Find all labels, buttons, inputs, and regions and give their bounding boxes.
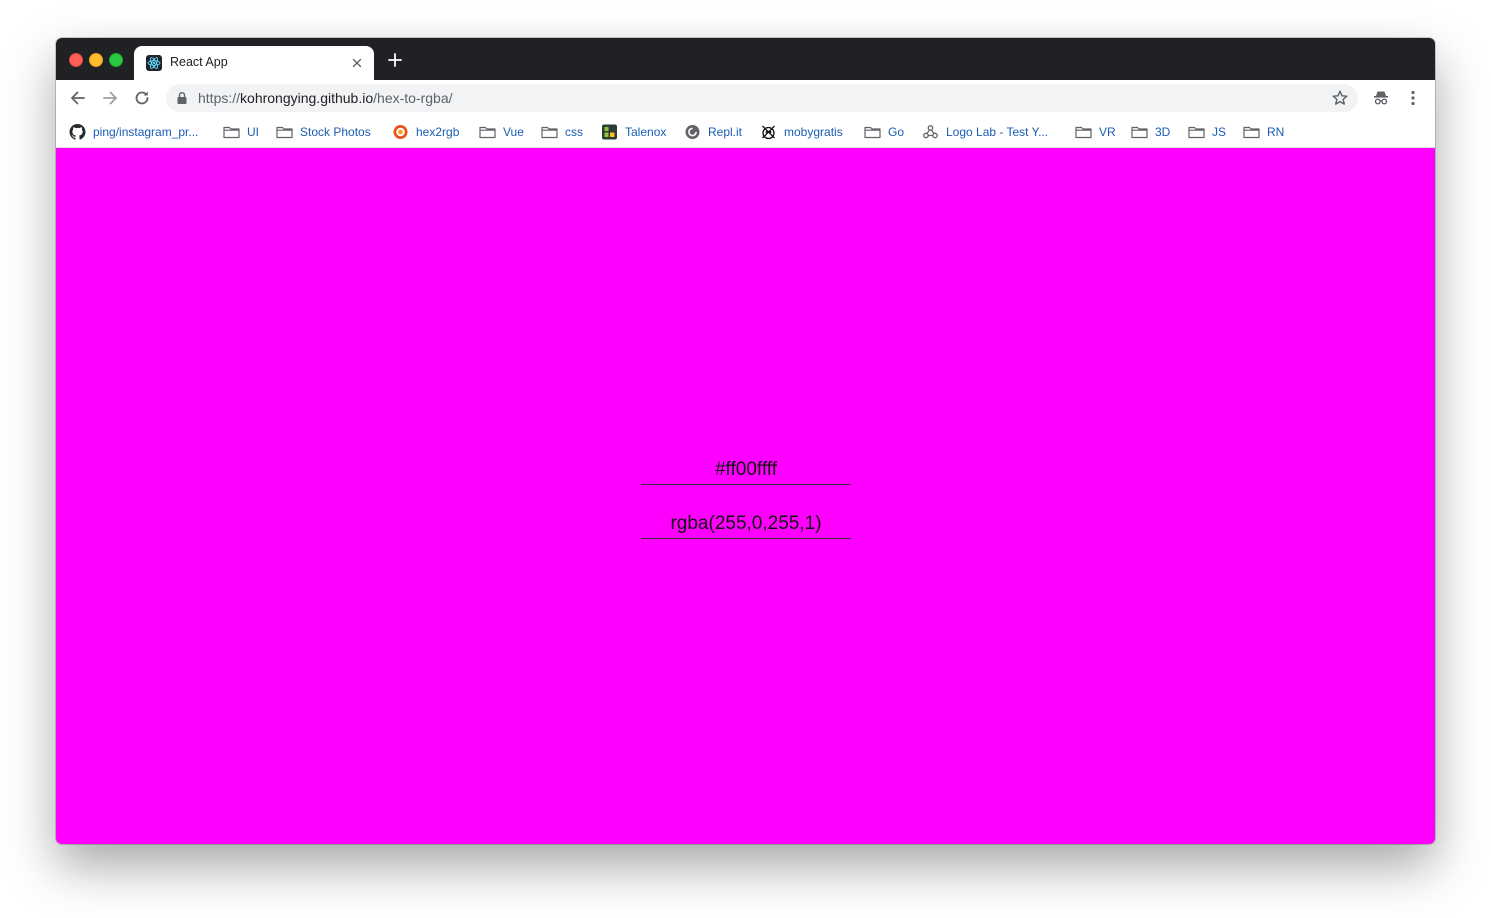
url-host: kohrongying.github.io [240, 90, 374, 106]
logolab-icon [922, 124, 939, 140]
minimize-window-button[interactable] [89, 53, 103, 67]
lock-icon [176, 91, 188, 105]
bookmark-folder-js[interactable]: JS [1188, 122, 1226, 142]
back-arrow-icon[interactable] [68, 88, 88, 108]
url-path: /hex-to-rgba/ [373, 90, 453, 106]
bookmark-label: JS [1212, 125, 1227, 139]
bookmark-folder-go[interactable]: Go [864, 122, 904, 142]
bookmark-logo-lab[interactable]: Logo Lab - Test Y... [922, 122, 1048, 142]
bookmark-label: Logo Lab - Test Y... [946, 125, 1049, 139]
folder-icon [1131, 124, 1148, 140]
maximize-window-button[interactable] [109, 53, 123, 67]
bookmark-star-icon[interactable] [1330, 88, 1350, 108]
replit-icon [684, 124, 701, 140]
bookmark-label: Repl.it [708, 125, 743, 139]
incognito-icon[interactable] [1371, 88, 1391, 108]
folder-icon [1188, 124, 1205, 140]
bookmark-folder-css[interactable]: css [541, 122, 583, 142]
bookmark-label: css [565, 125, 583, 139]
tab-react-app[interactable]: React App [134, 46, 374, 80]
folder-icon [276, 124, 293, 140]
bookmark-folder-stock-photos[interactable]: Stock Photos [276, 122, 371, 142]
bookmark-folder-vue[interactable]: Vue [479, 122, 524, 142]
bookmark-label: hex2rgb [416, 125, 460, 139]
menu-kebab-icon[interactable] [1403, 88, 1423, 108]
bookmark-label: Vue [503, 125, 524, 139]
browser-toolbar: https://kohrongying.github.io/hex-to-rgb… [56, 80, 1435, 116]
color-preview-page [56, 148, 1435, 844]
address-bar[interactable]: https://kohrongying.github.io/hex-to-rgb… [166, 84, 1358, 112]
forward-arrow-icon[interactable] [100, 88, 120, 108]
bookmark-folder-3d[interactable]: 3D [1131, 122, 1170, 142]
bookmark-label: Go [888, 125, 905, 139]
folder-icon [223, 124, 240, 140]
bookmark-talenox[interactable]: Talenox [601, 122, 666, 142]
bookmark-folder-vr[interactable]: VR [1075, 122, 1116, 142]
bookmark-label: UI [247, 125, 259, 139]
tab-title: React App [170, 55, 228, 69]
bookmark-label: ping/instagram_pr... [93, 125, 199, 139]
folder-icon [541, 124, 558, 140]
reload-icon[interactable] [132, 88, 152, 108]
url-scheme: https:// [198, 90, 241, 106]
bookmark-label: VR [1099, 125, 1116, 139]
github-icon [69, 124, 86, 140]
folder-icon [1243, 124, 1260, 140]
bookmark-github[interactable]: ping/instagram_pr... [69, 122, 198, 142]
close-tab-icon[interactable] [348, 54, 366, 72]
close-window-button[interactable] [69, 53, 83, 67]
bookmark-folder-rn[interactable]: RN [1243, 122, 1284, 142]
globe-icon [392, 124, 409, 140]
react-icon [146, 55, 162, 71]
folder-icon [479, 124, 496, 140]
bookmark-folder-ui[interactable]: UI [223, 122, 259, 142]
bookmark-hex2rgb[interactable]: hex2rgb [392, 122, 459, 142]
talenox-icon [601, 124, 618, 140]
hex-input[interactable] [641, 456, 851, 485]
mobygratis-icon [760, 124, 777, 140]
folder-icon [1075, 124, 1092, 140]
new-tab-icon[interactable] [386, 51, 404, 69]
browser-window: React App https://kohrongying.github.io/… [56, 38, 1435, 844]
bookmark-label: mobygratis [784, 125, 843, 139]
bookmark-label: Talenox [625, 125, 667, 139]
bookmark-label: Stock Photos [300, 125, 371, 139]
rgba-output[interactable] [641, 510, 851, 539]
bookmarks-bar: ping/instagram_pr... UI Stock Photos hex… [56, 116, 1435, 148]
bookmark-label: 3D [1155, 125, 1171, 139]
bookmark-label: RN [1267, 125, 1285, 139]
bookmark-mobygratis[interactable]: mobygratis [760, 122, 843, 142]
url-text: https://kohrongying.github.io/hex-to-rgb… [198, 90, 453, 106]
bookmark-replit[interactable]: Repl.it [684, 122, 742, 142]
folder-icon [864, 124, 881, 140]
tab-strip: React App [56, 38, 1435, 80]
